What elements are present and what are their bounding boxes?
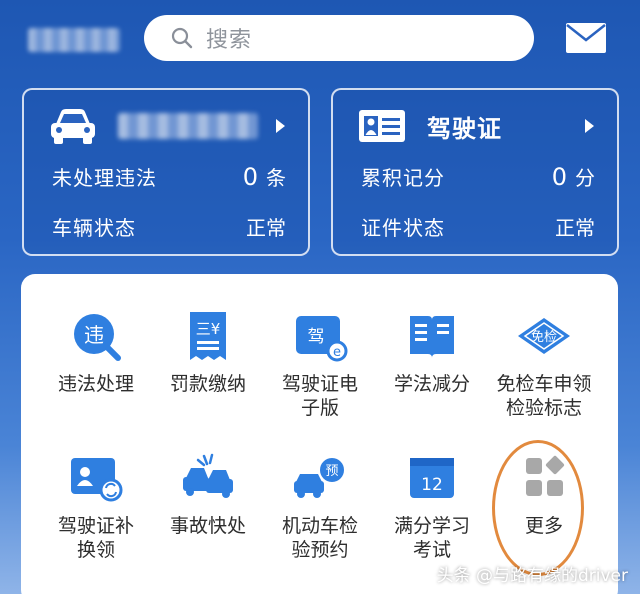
vehicle-card-header (48, 104, 258, 148)
fine-icon-glyph: 三¥ (196, 320, 221, 338)
service-study-reduce-points[interactable]: 学法减分 (373, 310, 491, 396)
violations-unit: 条 (266, 166, 286, 190)
license-card[interactable]: 驾驶证 累积记分 0分 证件状态 正常 (331, 88, 619, 256)
service-license-replacement[interactable]: 驾驶证补 换领 (37, 452, 155, 562)
exempt-icon-glyph: 免检 (531, 330, 557, 345)
service-label: 罚款缴纳 (169, 373, 246, 395)
calendar-exam-icon: 12 (410, 458, 454, 498)
top-bar: 搜索 (0, 0, 640, 80)
service-label: 免检车申领 检验标志 (496, 373, 592, 419)
service-accident-quick[interactable]: 事故快处 (149, 452, 267, 538)
e-license-icon-glyph: 驾 (308, 327, 325, 347)
mail-icon[interactable] (565, 22, 607, 54)
violation-icon: 违 (74, 314, 121, 361)
calendar-icon-glyph: 12 (421, 475, 443, 495)
service-fine-payment[interactable]: 三¥ 罚款缴纳 (149, 310, 267, 396)
exempt-inspection-icon: 免检 (518, 318, 570, 354)
service-e-license[interactable]: 驾 e 驾驶证电 子版 (261, 310, 379, 420)
points-label: 累积记分 (361, 166, 445, 190)
booking-icon-glyph: 预 (325, 464, 338, 479)
service-label: 驾驶证电 子版 (281, 373, 358, 419)
svg-text:e: e (333, 345, 341, 360)
accumulated-points-row: 累积记分 0分 (361, 162, 595, 191)
chevron-right-icon (276, 119, 285, 133)
service-full-points-exam[interactable]: 12 满分学习 考试 (373, 452, 491, 562)
vehicle-status-label: 车辆状态 (52, 216, 136, 240)
license-card-header: 驾驶证 (357, 104, 502, 148)
car-icon (51, 109, 95, 144)
violations-count: 0 (242, 163, 258, 191)
license-replace-icon (71, 458, 123, 502)
license-status-label: 证件状态 (361, 216, 445, 240)
service-label: 违法处理 (57, 373, 134, 395)
fine-receipt-icon: 三¥ (190, 312, 226, 360)
e-license-icon: 驾 e (296, 316, 348, 362)
service-exempt-inspection[interactable]: 免检 免检车申领 检验标志 (485, 310, 603, 420)
watermark: 头条 @与路有缘的driver (436, 566, 628, 586)
highlight-circle (492, 440, 584, 576)
search-placeholder: 搜索 (206, 28, 253, 53)
service-inspection-booking[interactable]: 预 机动车检 验预约 (261, 452, 379, 562)
violation-icon-glyph: 违 (84, 323, 104, 347)
license-card-title: 驾驶证 (427, 114, 502, 143)
blurred-username (28, 28, 120, 52)
service-label: 事故快处 (169, 515, 246, 537)
service-label: 驾驶证补 换领 (57, 515, 134, 561)
service-label: 满分学习 考试 (393, 515, 470, 561)
license-status-row: 证件状态 正常 (361, 212, 595, 241)
points-unit: 分 (575, 166, 595, 190)
license-card-icon (359, 110, 405, 142)
unprocessed-violations-row: 未处理违法 0条 (52, 162, 286, 191)
services-panel: 违 违法处理 三¥ 罚款缴纳 驾 e 驾驶证电 子版 学法减分 免检 免检车申领… (21, 274, 618, 594)
vehicle-card[interactable]: 未处理违法 0条 车辆状态 正常 (22, 88, 310, 256)
service-violation-handling[interactable]: 违 违法处理 (37, 310, 155, 396)
service-label: 机动车检 验预约 (281, 515, 358, 561)
points-count: 0 (551, 163, 567, 191)
search-bar[interactable]: 搜索 (144, 15, 534, 61)
vehicle-status-row: 车辆状态 正常 (52, 212, 286, 241)
chevron-right-icon (585, 119, 594, 133)
book-icon (410, 316, 454, 358)
service-label: 学法减分 (393, 373, 470, 395)
search-icon (171, 27, 193, 49)
vehicle-status-value: 正常 (246, 216, 286, 240)
inspection-booking-icon: 预 (294, 456, 346, 498)
accident-icon (183, 453, 233, 498)
violations-label: 未处理违法 (52, 166, 157, 190)
license-status-value: 正常 (555, 216, 595, 240)
blurred-plate-number (118, 113, 258, 139)
